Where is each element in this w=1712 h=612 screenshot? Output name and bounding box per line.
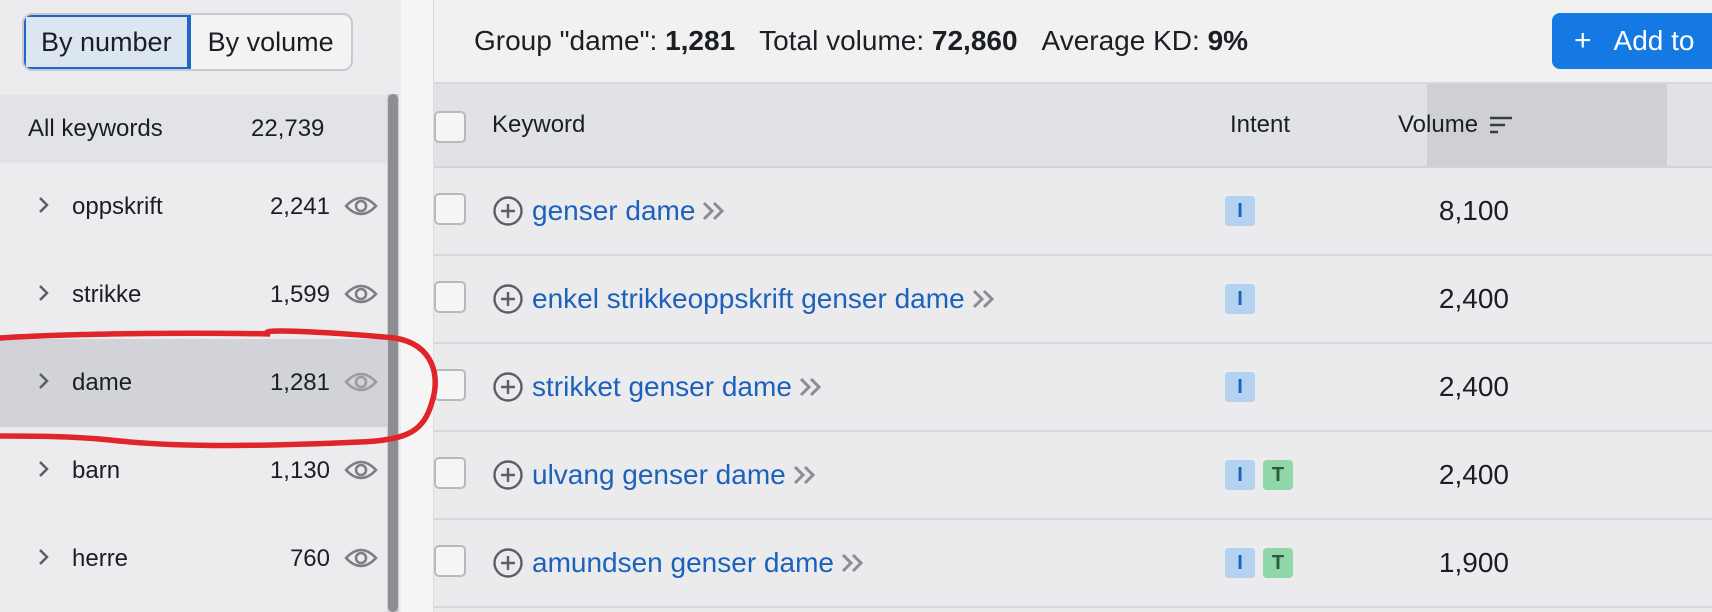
plus-icon: + <box>1574 24 1592 57</box>
group-summary-bar: Group "dame": 1,281 Total volume: 72,860… <box>434 0 1712 84</box>
sidebar-item-count: 2,241 <box>269 193 330 220</box>
chevron-right-icon[interactable] <box>34 283 54 303</box>
eye-icon[interactable] <box>344 457 378 483</box>
chevron-right-icon[interactable] <box>34 459 54 479</box>
sidebar-scrollbar-thumb[interactable] <box>388 94 398 612</box>
table-row: amundsen genser dame I T 1,900 <box>434 520 1712 608</box>
volume-column-header[interactable]: Volume <box>1398 84 1514 166</box>
sort-descending-icon[interactable] <box>1488 114 1514 136</box>
average-kd-label: Average KD: <box>1041 25 1208 56</box>
by-number-button[interactable]: By number <box>24 15 191 69</box>
all-keywords-label: All keywords <box>28 115 163 142</box>
eye-icon[interactable] <box>344 545 378 571</box>
average-kd-value: 9% <box>1207 25 1249 56</box>
eye-icon[interactable] <box>344 193 378 219</box>
table-row: ulvang genser dame I T 2,400 <box>434 432 1712 520</box>
volume-cell: 2,400 <box>1438 459 1509 490</box>
intent-column-header[interactable]: Intent <box>1230 84 1290 166</box>
chevron-right-icon[interactable] <box>34 195 54 215</box>
add-to-list-label: Add to <box>1613 25 1695 56</box>
table-row: genser dame I 8,100 <box>434 168 1712 256</box>
sidebar-item-label: dame <box>72 369 133 396</box>
chevron-right-icon[interactable] <box>34 547 54 567</box>
sidebar-item-label: strikke <box>72 281 142 308</box>
view-toggle: By number By volume <box>22 13 353 71</box>
select-all-checkbox[interactable] <box>434 111 466 143</box>
keywords-table-panel: Group "dame": 1,281 Total volume: 72,860… <box>433 0 1712 612</box>
volume-cell: 1,900 <box>1438 547 1509 578</box>
total-volume-value: 72,860 <box>931 25 1018 56</box>
group-count-label: Group "dame": <box>474 25 666 56</box>
sidebar-item-count: 760 <box>289 545 330 572</box>
group-count-value: 1,281 <box>665 25 736 56</box>
average-kd-summary: Average KD: 9% <box>1042 25 1249 57</box>
add-to-list-button[interactable]: + Add to <box>1552 13 1712 69</box>
all-keywords-item[interactable]: All keywords 22,739 <box>0 95 388 163</box>
sidebar-item-count: 1,130 <box>269 457 330 484</box>
panel-divider <box>401 0 433 612</box>
sidebar-item-herre[interactable]: herre 760 <box>0 515 388 603</box>
volume-header-label: Volume <box>1398 111 1479 138</box>
sidebar-item-count: 1,599 <box>269 281 330 308</box>
chevron-right-icon[interactable] <box>34 371 54 391</box>
table-row: strikket genser dame I 2,400 <box>434 344 1712 432</box>
volume-cell: 2,400 <box>1438 283 1509 314</box>
all-keywords-count: 22,739 <box>251 115 325 142</box>
total-volume-label: Total volume: <box>759 25 932 56</box>
sidebar-item-label: oppskrift <box>72 193 163 220</box>
sidebar-item-count: 1,281 <box>269 369 330 396</box>
by-volume-button[interactable]: By volume <box>191 15 351 69</box>
keyword-column-header[interactable]: Keyword <box>492 84 585 166</box>
total-volume-summary: Total volume: 72,860 <box>759 25 1017 57</box>
sidebar-item-dame[interactable]: dame 1,281 <box>0 339 388 427</box>
sidebar-item-oppskrift[interactable]: oppskrift 2,241 <box>0 163 388 251</box>
sidebar-item-label: herre <box>72 545 129 572</box>
sidebar-item-label: barn <box>72 457 121 484</box>
sidebar-item-strikke[interactable]: strikke 1,599 <box>0 251 388 339</box>
group-count-summary: Group "dame": 1,281 <box>474 25 735 57</box>
sidebar-item-barn[interactable]: barn 1,130 <box>0 427 388 515</box>
eye-icon[interactable] <box>344 369 378 395</box>
keyword-groups-sidebar: By number By volume All keywords 22,739 … <box>0 0 401 612</box>
table-row: enkel strikkeoppskrift genser dame I 2,4… <box>434 256 1712 344</box>
volume-cell: 8,100 <box>1438 195 1509 226</box>
eye-icon[interactable] <box>344 281 378 307</box>
volume-cell: 2,400 <box>1438 371 1509 402</box>
